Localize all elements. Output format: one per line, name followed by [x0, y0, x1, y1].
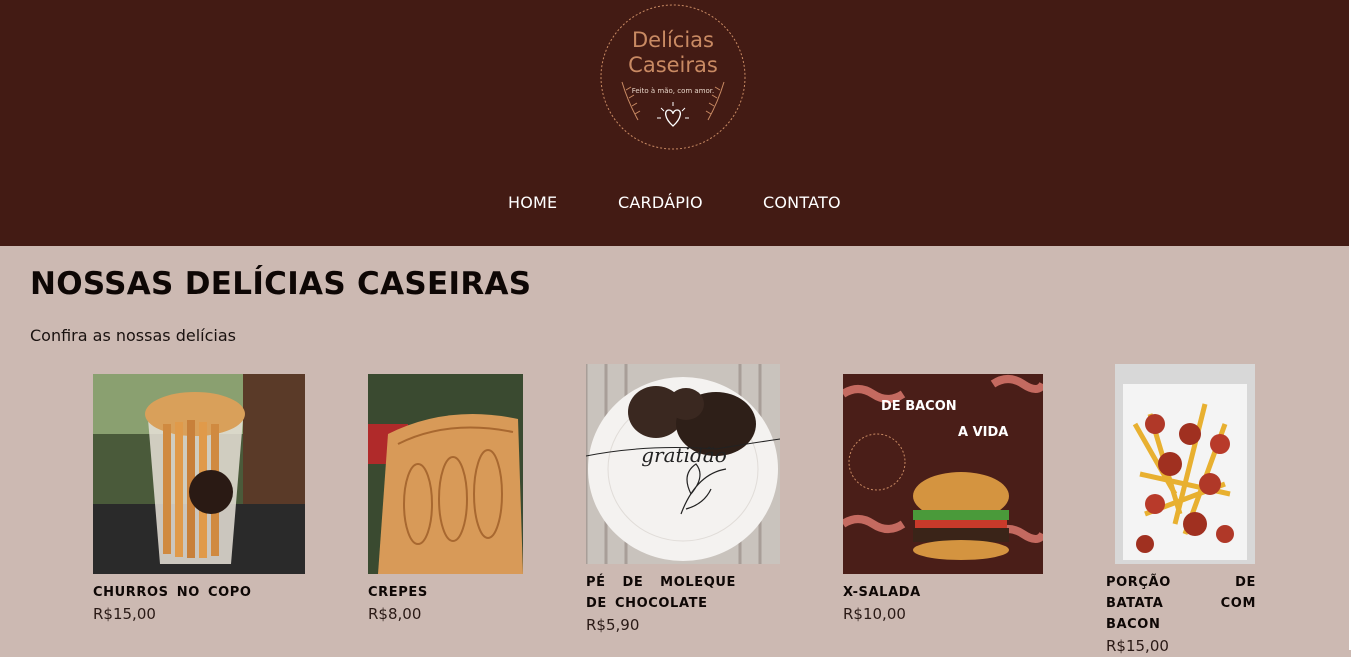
main-nav: HOME CARDÁPIO CONTATO: [0, 193, 1349, 215]
site-header: Delícias Caseiras Feito à mão, com amor.…: [0, 0, 1349, 246]
product-card[interactable]: CHURROS NO COPO R$15,00: [93, 374, 305, 625]
nav-contato[interactable]: CONTATO: [763, 193, 841, 212]
page-subtitle: Confira as nossas delícias: [30, 326, 236, 345]
logo-badge-icon: Delícias Caseiras Feito à mão, com amor.: [600, 4, 746, 150]
crepe-photo[interactable]: [368, 374, 523, 574]
logo-line2: Caseiras: [628, 53, 718, 77]
chocolate-plate-photo[interactable]: gratidão: [586, 364, 780, 564]
poster-subheadline: A VIDA: [958, 425, 1008, 440]
product-card[interactable]: CREPES R$8,00: [368, 374, 523, 625]
product-name: CHURROS NO COPO: [93, 585, 252, 600]
product-name: PÉ DE MOLEQUE DE CHOCOLATE: [586, 575, 736, 611]
product-card[interactable]: DE BACON A VIDA X-SALADA R$10,00: [843, 374, 1043, 625]
brand-logo[interactable]: Delícias Caseiras Feito à mão, com amor.: [598, 2, 748, 152]
product-card[interactable]: PORÇÃO DE BATATA COM BACON R$15,00: [1106, 364, 1256, 657]
product-name: CREPES: [368, 585, 428, 600]
logo-line1: Delícias: [632, 28, 714, 52]
product-price: R$15,00: [1106, 637, 1169, 655]
nav-home[interactable]: HOME: [508, 193, 557, 212]
product-price: R$8,00: [368, 605, 422, 623]
logo-tagline: Feito à mão, com amor.: [632, 87, 715, 95]
product-name: PORÇÃO DE BATATA COM BACON: [1106, 575, 1256, 632]
nav-cardapio[interactable]: CARDÁPIO: [618, 193, 703, 212]
fries-bacon-photo[interactable]: [1115, 364, 1255, 564]
product-card[interactable]: gratidão PÉ DE MOLEQUE DE CHOCOLATE R$5,…: [586, 364, 780, 636]
churros-cup-photo[interactable]: [93, 374, 305, 574]
page-title: NOSSAS DELÍCIAS CASEIRAS: [30, 266, 532, 302]
plate-handwriting: gratidão: [641, 443, 727, 467]
poster-headline: DE BACON: [881, 399, 957, 414]
product-price: R$10,00: [843, 605, 906, 623]
product-name: X-SALADA: [843, 585, 921, 600]
product-price: R$15,00: [93, 605, 156, 623]
product-price: R$5,90: [586, 616, 640, 634]
burger-poster-photo[interactable]: DE BACON A VIDA: [843, 374, 1043, 574]
